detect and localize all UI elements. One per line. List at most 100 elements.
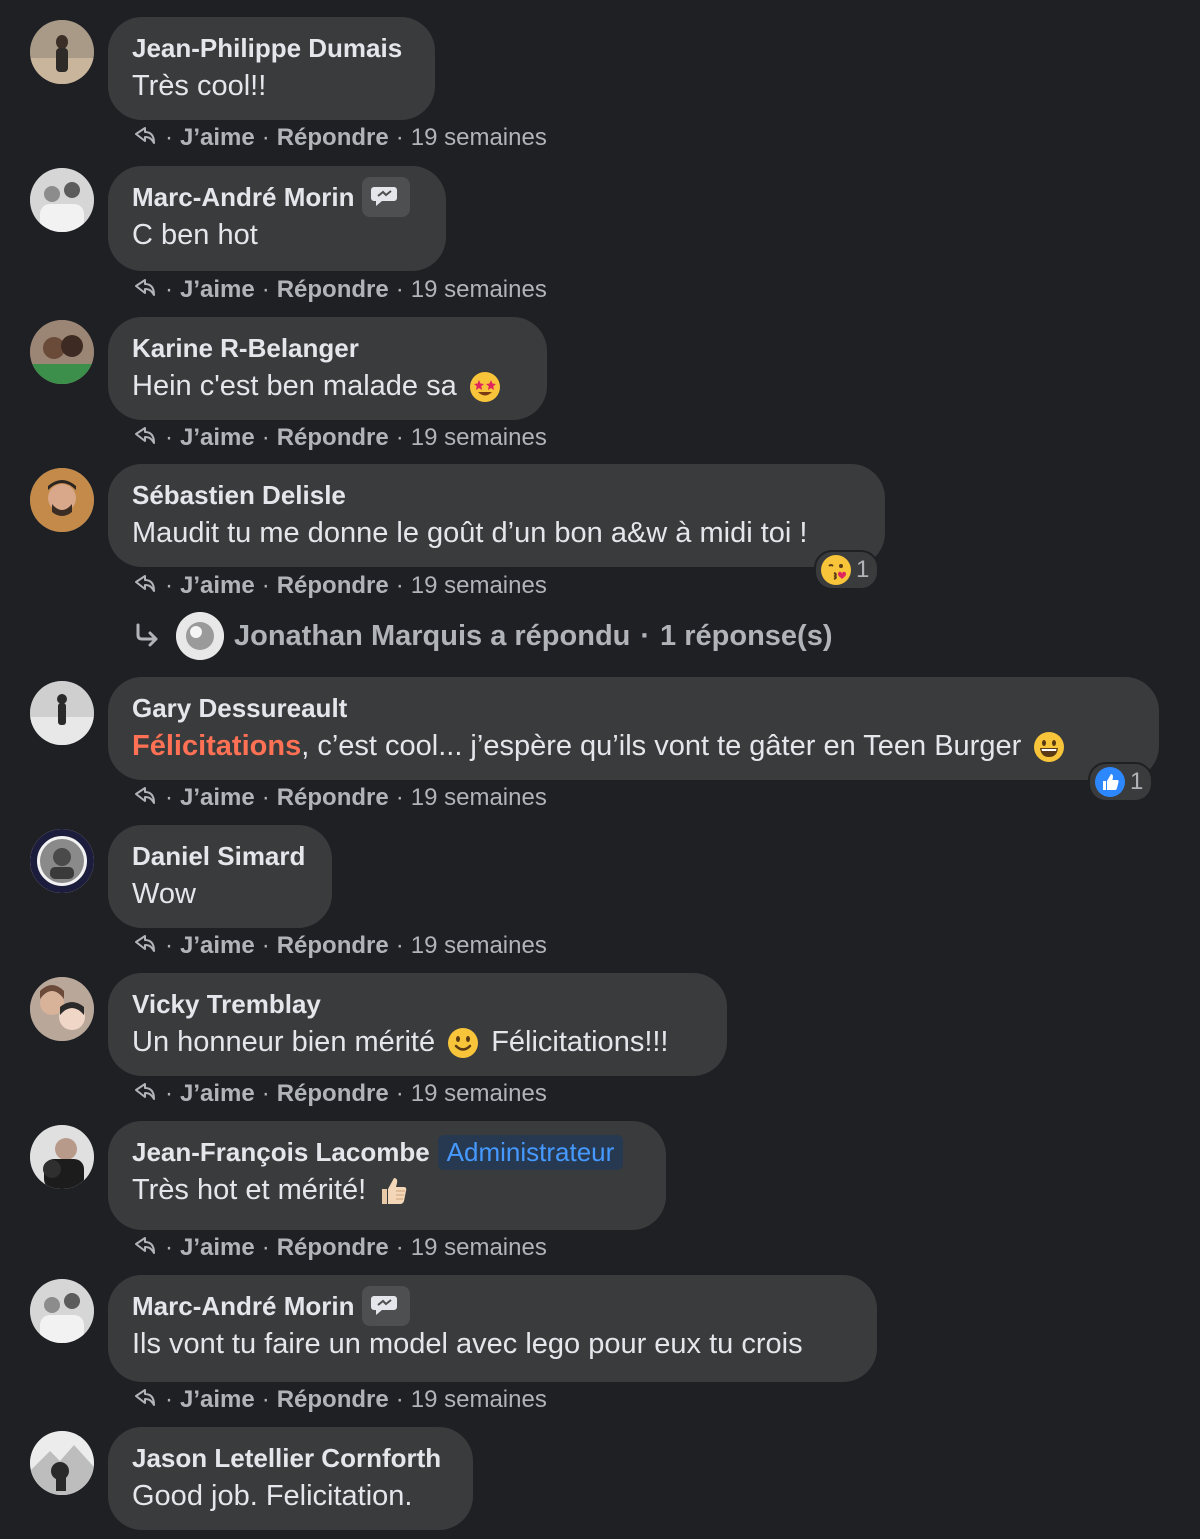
like-button[interactable]: J’aime bbox=[180, 1234, 255, 1262]
like-button[interactable]: J’aime bbox=[180, 124, 255, 152]
timestamp[interactable]: 19 semaines bbox=[411, 1386, 547, 1414]
like-button[interactable]: J’aime bbox=[180, 424, 255, 452]
thumbs-up-emoji bbox=[382, 1178, 407, 1205]
share-icon[interactable] bbox=[132, 933, 158, 959]
avatar[interactable] bbox=[30, 320, 94, 384]
author-name[interactable]: Jean-François Lacombe bbox=[132, 1137, 430, 1168]
reaction-summary[interactable]: 1 bbox=[1088, 762, 1154, 802]
comment-actions: · J’aime · Répondre · 19 semaines bbox=[132, 124, 547, 152]
smiling-emoji bbox=[448, 1028, 479, 1059]
like-button[interactable]: J’aime bbox=[180, 1080, 255, 1108]
comment-bubble: Jason Letellier Cornforth Good job. Feli… bbox=[108, 1427, 473, 1530]
share-icon[interactable] bbox=[132, 1235, 158, 1261]
avatar bbox=[176, 612, 224, 660]
author-name[interactable]: Daniel Simard bbox=[132, 841, 305, 872]
avatar[interactable] bbox=[30, 1279, 94, 1343]
comment-actions: · J’aime · Répondre · 19 semaines bbox=[132, 424, 547, 452]
replies-separator: · bbox=[640, 619, 651, 652]
avatar[interactable] bbox=[30, 468, 94, 532]
author-name[interactable]: Karine R-Belanger bbox=[132, 333, 359, 364]
comment-bubble: Vicky Tremblay Un honneur bien mérité Fé… bbox=[108, 973, 727, 1076]
comment-bubble: Karine R-Belanger Hein c'est ben malade … bbox=[108, 317, 547, 420]
avatar[interactable] bbox=[30, 681, 94, 745]
author-name[interactable]: Jean-Philippe Dumais bbox=[132, 33, 402, 64]
timestamp[interactable]: 19 semaines bbox=[411, 276, 547, 304]
comment-bubble: Jean-François Lacombe Administrateur Trè… bbox=[108, 1121, 666, 1230]
reply-button[interactable]: Répondre bbox=[277, 1080, 389, 1108]
share-icon[interactable] bbox=[132, 1387, 158, 1413]
conversation-starter-icon bbox=[362, 1286, 411, 1326]
like-button[interactable]: J’aime bbox=[180, 1386, 255, 1414]
timestamp[interactable]: 19 semaines bbox=[411, 1234, 547, 1262]
star-struck-emoji bbox=[469, 372, 500, 403]
comment-text: Très cool!! bbox=[132, 70, 267, 102]
timestamp[interactable]: 19 semaines bbox=[411, 932, 547, 960]
comment-text-body: Très hot et mérité! bbox=[132, 1174, 367, 1206]
like-button[interactable]: J’aime bbox=[180, 932, 255, 960]
comment-bubble: Gary Dessureault Félicitations, c’est co… bbox=[108, 677, 1159, 780]
comment-bubble: Marc-André Morin C ben hot bbox=[108, 166, 446, 271]
avatar[interactable] bbox=[30, 829, 94, 893]
author-name[interactable]: Gary Dessureault bbox=[132, 693, 347, 724]
reply-button[interactable]: Répondre bbox=[277, 1386, 389, 1414]
share-icon[interactable] bbox=[132, 1081, 158, 1107]
reply-button[interactable]: Répondre bbox=[277, 124, 389, 152]
grinning-emoji bbox=[1034, 732, 1065, 763]
share-icon[interactable] bbox=[132, 125, 158, 151]
timestamp[interactable]: 19 semaines bbox=[411, 1080, 547, 1108]
comment-text-tail: Félicitations!!! bbox=[491, 1026, 669, 1058]
reply-button[interactable]: Répondre bbox=[277, 1234, 389, 1262]
reply-button[interactable]: Répondre bbox=[277, 932, 389, 960]
conversation-starter-icon bbox=[362, 177, 411, 217]
author-name[interactable]: Marc-André Morin bbox=[132, 1291, 354, 1322]
comment-actions: · J’aime · Répondre · 19 semaines bbox=[132, 276, 547, 304]
share-icon[interactable] bbox=[132, 425, 158, 451]
comment-text: Un honneur bien mérité Félicitations!!! bbox=[132, 1023, 703, 1061]
view-replies-link[interactable]: Jonathan Marquis a répondu · 1 réponse(s… bbox=[132, 612, 833, 660]
comment-text: C ben hot bbox=[132, 219, 258, 251]
comment-actions: · J’aime · Répondre · 19 semaines bbox=[132, 1234, 547, 1262]
comment-bubble: Daniel Simard Wow bbox=[108, 825, 332, 928]
reaction-count: 1 bbox=[1130, 768, 1144, 795]
comment-text: Très hot et mérité! bbox=[132, 1171, 642, 1209]
avatar[interactable] bbox=[30, 20, 94, 84]
comment-actions: · J’aime · Répondre · 19 semaines bbox=[132, 1080, 547, 1108]
comment-text: Félicitations, c’est cool... j’espère qu… bbox=[132, 727, 1135, 765]
timestamp[interactable]: 19 semaines bbox=[411, 784, 547, 812]
share-icon[interactable] bbox=[132, 277, 158, 303]
comment-bubble: Jean-Philippe Dumais Très cool!! bbox=[108, 17, 435, 120]
comment-text: Ils vont tu faire un model avec lego pou… bbox=[132, 1328, 803, 1360]
reply-button[interactable]: Répondre bbox=[277, 784, 389, 812]
author-name[interactable]: Marc-André Morin bbox=[132, 182, 354, 213]
like-button[interactable]: J’aime bbox=[180, 572, 255, 600]
like-button[interactable]: J’aime bbox=[180, 276, 255, 304]
reaction-summary[interactable]: 1 bbox=[814, 550, 880, 590]
avatar[interactable] bbox=[30, 977, 94, 1041]
admin-badge[interactable]: Administrateur bbox=[437, 1134, 624, 1170]
reply-button[interactable]: Répondre bbox=[277, 424, 389, 452]
share-icon[interactable] bbox=[132, 785, 158, 811]
highlighted-keyword[interactable]: Félicitations bbox=[132, 730, 301, 762]
timestamp[interactable]: 19 semaines bbox=[411, 124, 547, 152]
comment-bubble: Marc-André Morin Ils vont tu faire un mo… bbox=[108, 1275, 877, 1382]
share-icon[interactable] bbox=[132, 573, 158, 599]
comment-text: Maudit tu me donne le goût d’un bon a&w … bbox=[132, 517, 808, 549]
comment-text: Hein c'est ben malade sa bbox=[132, 367, 523, 405]
avatar[interactable] bbox=[30, 1125, 94, 1189]
avatar[interactable] bbox=[30, 168, 94, 232]
timestamp[interactable]: 19 semaines bbox=[411, 572, 547, 600]
like-button[interactable]: J’aime bbox=[180, 784, 255, 812]
comment-actions: · J’aime · Répondre · 19 semaines bbox=[132, 784, 547, 812]
author-name[interactable]: Sébastien Delisle bbox=[132, 480, 346, 511]
comment-text-body: , c’est cool... j’espère qu’ils vont te … bbox=[301, 730, 1022, 762]
author-name[interactable]: Jason Letellier Cornforth bbox=[132, 1443, 441, 1474]
author-name[interactable]: Vicky Tremblay bbox=[132, 989, 321, 1020]
timestamp[interactable]: 19 semaines bbox=[411, 424, 547, 452]
avatar[interactable] bbox=[30, 1431, 94, 1495]
comment-actions: · J’aime · Répondre · 19 semaines bbox=[132, 1386, 547, 1414]
replies-author: Jonathan Marquis a répondu bbox=[234, 619, 631, 652]
reply-button[interactable]: Répondre bbox=[277, 276, 389, 304]
like-icon bbox=[1095, 767, 1125, 797]
kiss-emoji bbox=[821, 555, 851, 585]
reply-button[interactable]: Répondre bbox=[277, 572, 389, 600]
